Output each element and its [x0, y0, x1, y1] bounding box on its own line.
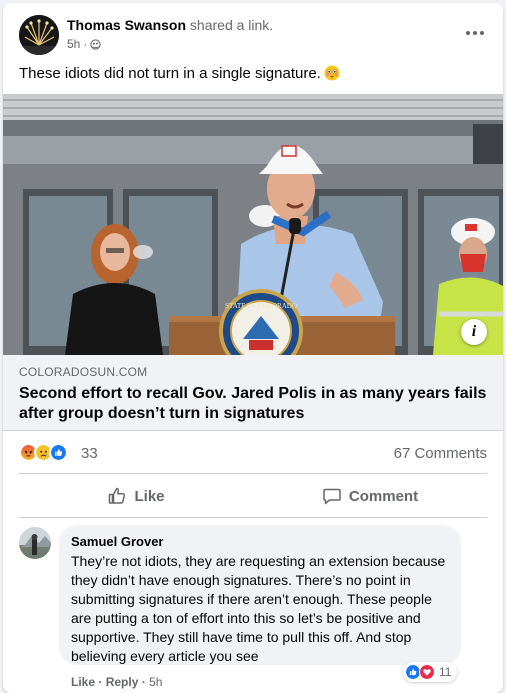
author-line: Thomas Swanson shared a link. [67, 17, 273, 33]
post-card: Thomas Swanson shared a link. 5h · These… [3, 3, 503, 693]
reaction-count[interactable]: 33 [81, 445, 98, 462]
thumbs-up-icon [109, 487, 126, 504]
comment-reply-link[interactable]: Reply [106, 675, 139, 689]
post-text: These idiots did not turn in a single si… [19, 65, 340, 82]
comment-actions: Like · Reply · 5h [71, 675, 162, 689]
seal-text: STATE OF COLORADO [225, 302, 297, 310]
comment-bubble: Samuel Grover They’re not idiots, they a… [59, 525, 461, 665]
meta-separator: · [83, 37, 88, 51]
divider [19, 473, 487, 474]
more-options-button[interactable] [463, 23, 487, 43]
comment-label: Comment [348, 487, 419, 505]
post-meta: 5h · [67, 37, 101, 51]
link-domain: COLORADOSUN.COM [19, 365, 148, 379]
comments-count[interactable]: 67 Comments [394, 445, 487, 462]
author-action: shared a link. [189, 17, 274, 33]
post-header: Thomas Swanson shared a link. 5h · [3, 3, 503, 61]
reactions-summary: 33 67 Comments [19, 441, 487, 465]
comment-text: They’re not idiots, they are requesting … [71, 553, 446, 664]
info-button[interactable]: i [461, 319, 487, 345]
friends-icon [90, 38, 101, 50]
comment-reactions[interactable]: 11 [403, 662, 458, 682]
comment-reaction-count: 11 [439, 665, 452, 679]
comment-icon [323, 488, 341, 505]
separator: · [141, 675, 150, 689]
like-button[interactable]: Like [19, 477, 253, 515]
like-icon [49, 443, 68, 462]
like-label: Like [134, 487, 165, 505]
link-title[interactable]: Second effort to recall Gov. Jared Polis… [19, 384, 489, 424]
action-bar: Like Comment [19, 477, 487, 515]
author-avatar[interactable] [19, 15, 59, 55]
post-time[interactable]: 5h [67, 37, 80, 51]
link-preview-image[interactable]: STATE OF COLORADO i [3, 94, 503, 355]
author-name[interactable]: Thomas Swanson [67, 17, 186, 33]
comment-like-link[interactable]: Like [71, 675, 95, 689]
divider [19, 517, 487, 518]
news-photo: STATE OF COLORADO [3, 94, 503, 355]
commenter-avatar[interactable] [19, 527, 51, 559]
comment-button[interactable]: Comment [253, 477, 487, 515]
commenter-name[interactable]: Samuel Grover [71, 534, 449, 550]
flushed-face-emoji [324, 65, 340, 81]
comment-time[interactable]: 5h [149, 675, 162, 689]
more-icon [466, 31, 484, 35]
post-text-content: These idiots did not turn in a single si… [19, 65, 321, 82]
reaction-icons[interactable] [19, 443, 68, 463]
link-preview-meta[interactable]: COLORADOSUN.COM Second effort to recall … [3, 355, 503, 431]
separator: · [98, 675, 106, 689]
